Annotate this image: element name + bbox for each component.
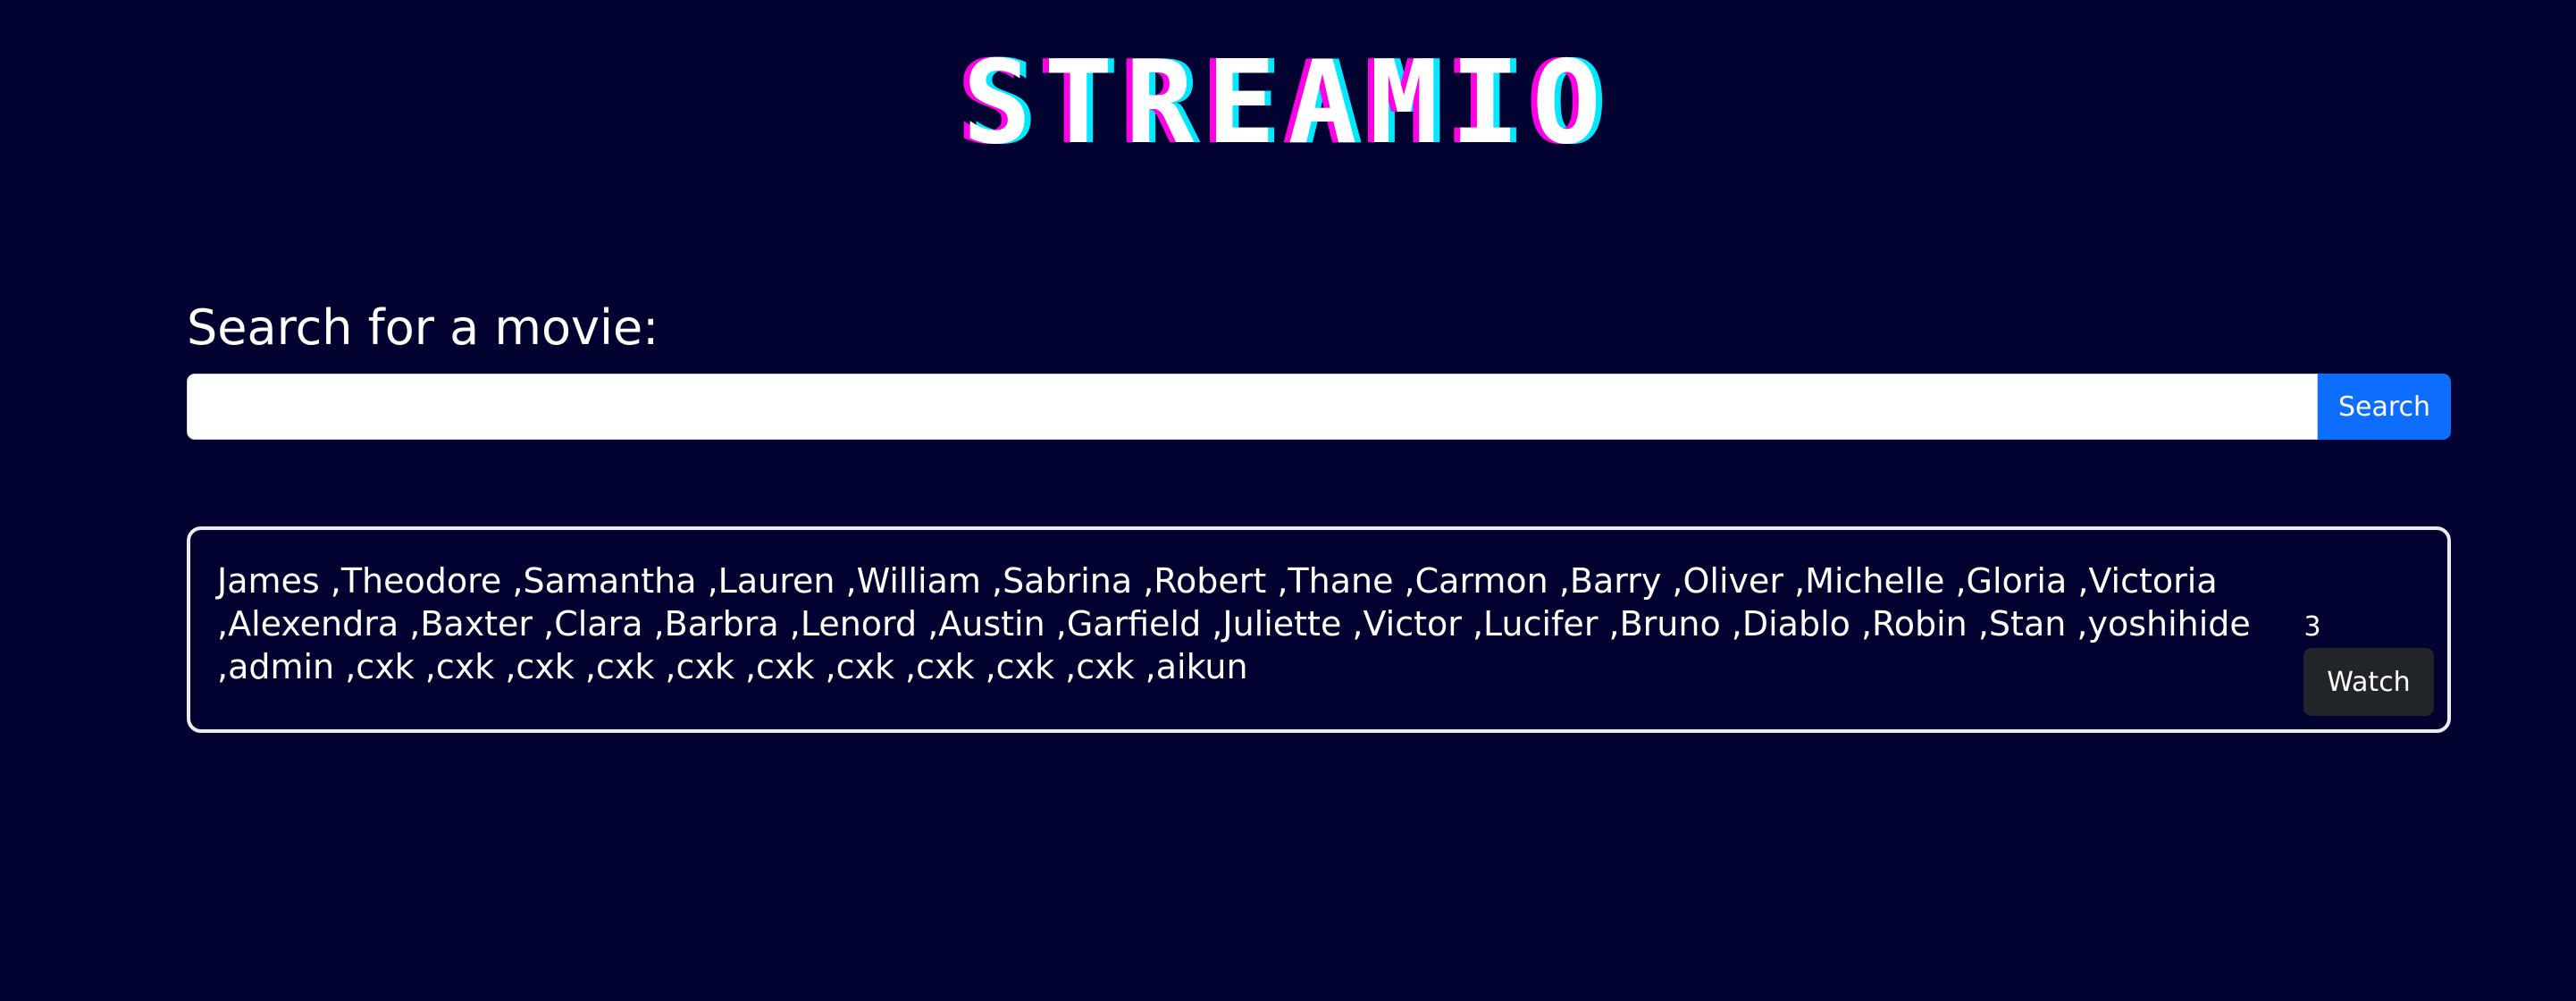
watch-button[interactable]: Watch bbox=[2303, 648, 2434, 716]
search-input[interactable] bbox=[187, 374, 2318, 440]
search-label: Search for a movie: bbox=[187, 299, 659, 356]
result-names-text: James ,Theodore ,Samantha ,Lauren ,Willi… bbox=[217, 561, 2251, 686]
result-count: 3 bbox=[2303, 611, 2321, 643]
search-button[interactable]: Search bbox=[2318, 374, 2451, 440]
streamio-logo: STREAMIO bbox=[962, 37, 1614, 170]
